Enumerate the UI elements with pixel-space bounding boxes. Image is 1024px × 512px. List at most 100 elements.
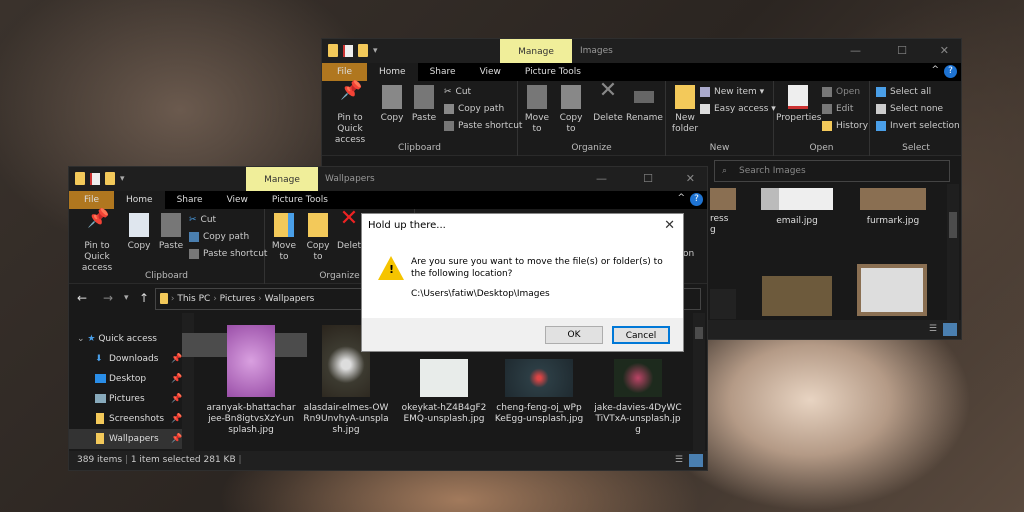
copy-path-button[interactable]: Copy path <box>189 232 249 242</box>
manage-tab[interactable]: Manage <box>246 167 318 191</box>
select-none-button[interactable]: Select none <box>876 104 943 114</box>
nav-screenshots[interactable]: Screenshots 📌 <box>69 409 194 429</box>
nav-scrollbar[interactable] <box>182 313 307 453</box>
copy-path-icon <box>189 232 199 242</box>
tab-share[interactable]: Share <box>165 191 215 209</box>
nav-quick-access[interactable]: ⌄ ★ Quick access <box>69 329 194 349</box>
nav-downloads[interactable]: ⬇ Downloads 📌 <box>69 349 194 369</box>
edit-button[interactable]: Edit <box>822 104 853 114</box>
easy-access-button[interactable]: Easy access ▾ <box>700 104 776 114</box>
up-button[interactable]: ↑ <box>139 291 149 305</box>
tab-picture-tools[interactable]: Picture Tools <box>260 191 340 209</box>
invert-selection-button[interactable]: Invert selection <box>876 121 960 131</box>
cut-button[interactable]: ✂ Cut <box>189 215 216 225</box>
breadcrumb-this-pc[interactable]: This PC <box>177 294 210 304</box>
cut-button[interactable]: ✂ Cut <box>444 87 471 97</box>
rename-button[interactable]: Rename <box>626 85 663 124</box>
scrollbar[interactable] <box>693 313 705 451</box>
ribbon-tabs: File Home Share View Picture Tools ^ ? <box>69 191 707 209</box>
pin-icon[interactable]: 📌 <box>171 369 182 389</box>
clipboard-group: 📌 Pin to Quick access Copy Paste ✂ Cut Cop… <box>322 81 522 156</box>
paste-shortcut-button[interactable]: Paste shortcut <box>444 121 522 131</box>
tab-home[interactable]: Home <box>114 191 165 209</box>
breadcrumb-pictures[interactable]: Pictures <box>220 294 256 304</box>
collapse-ribbon-icon[interactable]: ^ <box>931 65 939 75</box>
copy-path-button[interactable]: Copy path <box>444 104 504 114</box>
pin-icon[interactable]: 📌 <box>171 389 182 409</box>
new-item-button[interactable]: New item ▾ <box>700 87 764 97</box>
history-icon <box>822 121 832 131</box>
file-tile[interactable]: email.jpg <box>752 188 842 227</box>
move-to-button[interactable]: Move to <box>269 213 299 263</box>
search-input[interactable]: ⌕ Search Images <box>714 160 950 182</box>
recent-locations-button[interactable]: ▾ <box>124 293 129 303</box>
manage-tab[interactable]: Manage <box>500 39 572 63</box>
pin-icon[interactable]: 📌 <box>171 429 182 449</box>
help-icon[interactable]: ? <box>690 193 703 206</box>
file-tile[interactable]: ress g <box>710 188 746 236</box>
new-folder-button[interactable]: New folder <box>670 85 700 135</box>
select-all-button[interactable]: Select all <box>876 87 931 97</box>
properties-icon[interactable] <box>343 44 353 57</box>
details-view-icon[interactable]: ☰ <box>929 320 937 339</box>
cancel-button[interactable]: Cancel <box>612 326 670 344</box>
large-icons-view-icon[interactable] <box>689 454 703 467</box>
new-group: New folder New item ▾ Easy access ▾ New <box>666 81 776 156</box>
tab-file[interactable]: File <box>69 191 114 209</box>
copy-button[interactable]: Copy <box>125 213 153 252</box>
properties-button[interactable]: Properties <box>776 85 821 124</box>
thumbnail <box>505 359 573 397</box>
selected-count: 1 item selected <box>130 455 201 465</box>
move-to-button[interactable]: Move to <box>522 85 552 135</box>
delete-button[interactable]: ✕ Delet <box>337 208 361 252</box>
history-button[interactable]: History <box>822 121 868 131</box>
file-tile[interactable]: aranyak-bhattacharjee-Bn8igtvsXzY-unspla… <box>206 325 296 436</box>
forward-button[interactable]: → <box>103 291 113 305</box>
back-button[interactable]: ← <box>77 291 87 305</box>
help-icon[interactable]: ? <box>944 65 957 78</box>
copy-path-icon <box>444 104 454 114</box>
close-button[interactable]: ✕ <box>686 172 695 185</box>
tab-file[interactable]: File <box>322 63 367 81</box>
copy-to-button[interactable]: Copy to <box>556 85 586 135</box>
details-view-icon[interactable]: ☰ <box>675 451 683 470</box>
pin-icon[interactable]: 📌 <box>171 409 182 429</box>
copy-button[interactable]: Copy <box>378 85 406 124</box>
thumbnail <box>762 276 832 316</box>
customize-icon[interactable]: ▾ <box>120 174 125 184</box>
tab-view[interactable]: View <box>468 63 513 81</box>
copy-to-button[interactable]: Copy to <box>303 213 333 263</box>
tab-home[interactable]: Home <box>367 63 418 81</box>
pin-button[interactable]: 📌 Pin to Quick access <box>73 210 121 274</box>
file-tile[interactable]: furmark.jpg <box>848 188 938 227</box>
ok-button[interactable]: OK <box>545 326 603 344</box>
nav-pictures[interactable]: Pictures 📌 <box>69 389 194 409</box>
large-icons-view-icon[interactable] <box>943 323 957 336</box>
dialog-close-button[interactable]: ✕ <box>664 218 675 233</box>
minimize-button[interactable]: — <box>596 172 607 185</box>
new-folder-icon[interactable] <box>358 44 368 57</box>
minimize-button[interactable]: — <box>850 44 861 57</box>
pin-icon[interactable]: 📌 <box>171 349 182 369</box>
paste-button[interactable]: Paste <box>157 213 185 252</box>
paste-shortcut-button[interactable]: Paste shortcut <box>189 249 267 259</box>
tab-share[interactable]: Share <box>418 63 468 81</box>
tab-picture-tools[interactable]: Picture Tools <box>513 63 593 81</box>
pin-button[interactable]: 📌 Pin to Quick access <box>326 82 374 146</box>
paste-button[interactable]: Paste <box>410 85 438 124</box>
close-button[interactable]: ✕ <box>940 44 949 57</box>
collapse-ribbon-icon[interactable]: ^ <box>677 193 685 203</box>
nav-wallpapers[interactable]: Wallpapers 📌 <box>69 429 194 449</box>
delete-button[interactable]: ✕ Delete <box>592 80 624 124</box>
customize-icon[interactable]: ▾ <box>373 46 378 56</box>
maximize-button[interactable]: ☐ <box>643 172 653 185</box>
scrollbar[interactable] <box>947 184 959 320</box>
maximize-button[interactable]: ☐ <box>897 44 907 57</box>
quick-access-toolbar: ▾ <box>75 172 125 185</box>
tab-view[interactable]: View <box>215 191 260 209</box>
properties-icon[interactable] <box>90 172 100 185</box>
new-folder-icon[interactable] <box>105 172 115 185</box>
open-button[interactable]: Open <box>822 87 860 97</box>
breadcrumb-wallpapers[interactable]: Wallpapers <box>265 294 315 304</box>
nav-desktop[interactable]: Desktop 📌 <box>69 369 194 389</box>
